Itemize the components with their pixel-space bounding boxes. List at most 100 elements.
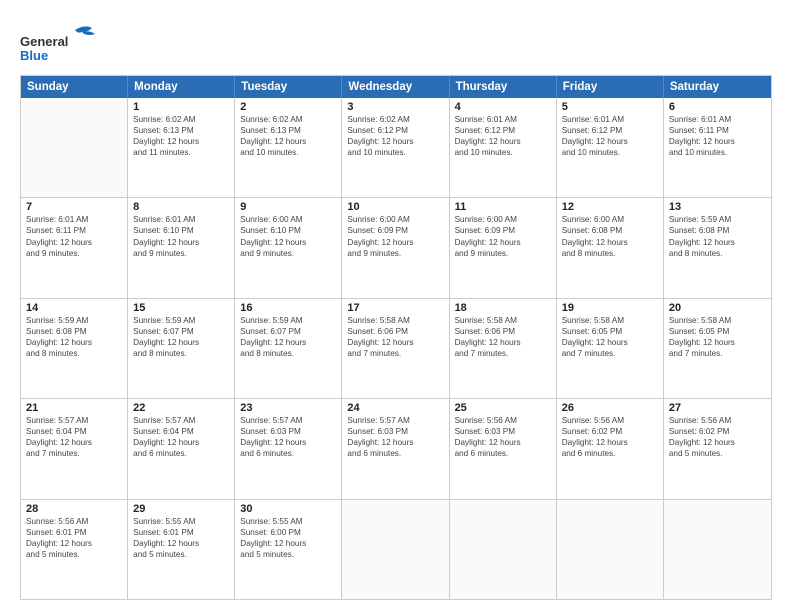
cell-info: Sunset: 6:12 PM — [347, 125, 443, 136]
day-number: 30 — [240, 503, 336, 515]
cell-info: Sunset: 6:11 PM — [669, 125, 766, 136]
calendar-cell: 2Sunrise: 6:02 AMSunset: 6:13 PMDaylight… — [235, 98, 342, 197]
calendar-cell: 6Sunrise: 6:01 AMSunset: 6:11 PMDaylight… — [664, 98, 771, 197]
cell-info: Daylight: 12 hours — [240, 136, 336, 147]
cell-info: Sunset: 6:03 PM — [347, 426, 443, 437]
cell-info: Sunset: 6:02 PM — [669, 426, 766, 437]
calendar-cell — [342, 500, 449, 599]
cell-info: Sunset: 6:02 PM — [562, 426, 658, 437]
cell-info: Sunrise: 5:56 AM — [455, 415, 551, 426]
cell-info: Daylight: 12 hours — [455, 136, 551, 147]
day-number: 18 — [455, 302, 551, 314]
cell-info: Sunset: 6:06 PM — [455, 326, 551, 337]
cell-info: Sunset: 6:05 PM — [669, 326, 766, 337]
cell-info: and 7 minutes. — [455, 348, 551, 359]
calendar-cell: 20Sunrise: 5:58 AMSunset: 6:05 PMDayligh… — [664, 299, 771, 398]
cell-info: Sunrise: 5:58 AM — [347, 315, 443, 326]
cell-info: Sunrise: 6:01 AM — [133, 214, 229, 225]
day-number: 23 — [240, 402, 336, 414]
calendar-cell: 13Sunrise: 5:59 AMSunset: 6:08 PMDayligh… — [664, 198, 771, 297]
calendar-cell: 21Sunrise: 5:57 AMSunset: 6:04 PMDayligh… — [21, 399, 128, 498]
day-number: 2 — [240, 101, 336, 113]
cell-info: Sunrise: 5:57 AM — [133, 415, 229, 426]
cell-info: and 10 minutes. — [455, 147, 551, 158]
cell-info: Daylight: 12 hours — [347, 337, 443, 348]
logo: General Blue — [20, 22, 100, 67]
cell-info: Daylight: 12 hours — [669, 136, 766, 147]
cell-info: Daylight: 12 hours — [133, 538, 229, 549]
cell-info: Sunset: 6:00 PM — [240, 527, 336, 538]
calendar-cell: 4Sunrise: 6:01 AMSunset: 6:12 PMDaylight… — [450, 98, 557, 197]
cell-info: Sunrise: 5:57 AM — [240, 415, 336, 426]
cell-info: and 5 minutes. — [133, 549, 229, 560]
cell-info: Sunrise: 6:00 AM — [240, 214, 336, 225]
calendar-cell: 22Sunrise: 5:57 AMSunset: 6:04 PMDayligh… — [128, 399, 235, 498]
cell-info: Daylight: 12 hours — [26, 237, 122, 248]
cell-info: Sunset: 6:08 PM — [669, 225, 766, 236]
cell-info: Daylight: 12 hours — [669, 337, 766, 348]
cell-info: Daylight: 12 hours — [26, 337, 122, 348]
cell-info: and 7 minutes. — [669, 348, 766, 359]
cell-info: and 8 minutes. — [240, 348, 336, 359]
cell-info: and 6 minutes. — [347, 448, 443, 459]
header-cell-sunday: Sunday — [21, 76, 128, 98]
header-cell-monday: Monday — [128, 76, 235, 98]
cell-info: Sunset: 6:13 PM — [133, 125, 229, 136]
day-number: 29 — [133, 503, 229, 515]
cell-info: Sunrise: 6:00 AM — [562, 214, 658, 225]
cell-info: and 10 minutes. — [347, 147, 443, 158]
cell-info: and 9 minutes. — [455, 248, 551, 259]
cell-info: and 9 minutes. — [347, 248, 443, 259]
cell-info: and 6 minutes. — [455, 448, 551, 459]
calendar-row-3: 14Sunrise: 5:59 AMSunset: 6:08 PMDayligh… — [21, 299, 771, 399]
cell-info: and 6 minutes. — [133, 448, 229, 459]
cell-info: and 11 minutes. — [133, 147, 229, 158]
calendar-row-5: 28Sunrise: 5:56 AMSunset: 6:01 PMDayligh… — [21, 500, 771, 599]
calendar-body: 1Sunrise: 6:02 AMSunset: 6:13 PMDaylight… — [21, 98, 771, 599]
day-number: 17 — [347, 302, 443, 314]
day-number: 5 — [562, 101, 658, 113]
cell-info: Sunrise: 5:59 AM — [133, 315, 229, 326]
cell-info: Daylight: 12 hours — [455, 237, 551, 248]
calendar-row-1: 1Sunrise: 6:02 AMSunset: 6:13 PMDaylight… — [21, 98, 771, 198]
cell-info: and 9 minutes. — [240, 248, 336, 259]
day-number: 22 — [133, 402, 229, 414]
cell-info: and 5 minutes. — [26, 549, 122, 560]
day-number: 15 — [133, 302, 229, 314]
calendar-cell: 27Sunrise: 5:56 AMSunset: 6:02 PMDayligh… — [664, 399, 771, 498]
calendar: SundayMondayTuesdayWednesdayThursdayFrid… — [20, 75, 772, 600]
cell-info: Daylight: 12 hours — [347, 136, 443, 147]
day-number: 6 — [669, 101, 766, 113]
calendar-row-2: 7Sunrise: 6:01 AMSunset: 6:11 PMDaylight… — [21, 198, 771, 298]
cell-info: Sunset: 6:04 PM — [26, 426, 122, 437]
cell-info: Sunset: 6:08 PM — [562, 225, 658, 236]
day-number: 11 — [455, 201, 551, 213]
cell-info: Daylight: 12 hours — [347, 237, 443, 248]
cell-info: Sunrise: 6:01 AM — [562, 114, 658, 125]
cell-info: Daylight: 12 hours — [240, 337, 336, 348]
cell-info: Sunset: 6:09 PM — [347, 225, 443, 236]
cell-info: Sunset: 6:09 PM — [455, 225, 551, 236]
cell-info: Daylight: 12 hours — [240, 437, 336, 448]
day-number: 20 — [669, 302, 766, 314]
day-number: 26 — [562, 402, 658, 414]
header-cell-friday: Friday — [557, 76, 664, 98]
calendar-row-4: 21Sunrise: 5:57 AMSunset: 6:04 PMDayligh… — [21, 399, 771, 499]
cell-info: Sunrise: 5:58 AM — [669, 315, 766, 326]
cell-info: Sunrise: 5:57 AM — [26, 415, 122, 426]
calendar-cell: 19Sunrise: 5:58 AMSunset: 6:05 PMDayligh… — [557, 299, 664, 398]
day-number: 28 — [26, 503, 122, 515]
calendar-cell — [450, 500, 557, 599]
cell-info: Sunset: 6:03 PM — [455, 426, 551, 437]
day-number: 9 — [240, 201, 336, 213]
cell-info: and 6 minutes. — [562, 448, 658, 459]
cell-info: Sunrise: 6:00 AM — [455, 214, 551, 225]
cell-info: Sunset: 6:08 PM — [26, 326, 122, 337]
cell-info: Sunset: 6:13 PM — [240, 125, 336, 136]
cell-info: Daylight: 12 hours — [26, 437, 122, 448]
cell-info: Sunrise: 5:59 AM — [240, 315, 336, 326]
header-cell-saturday: Saturday — [664, 76, 771, 98]
day-number: 1 — [133, 101, 229, 113]
cell-info: Sunrise: 6:02 AM — [240, 114, 336, 125]
calendar-cell: 23Sunrise: 5:57 AMSunset: 6:03 PMDayligh… — [235, 399, 342, 498]
